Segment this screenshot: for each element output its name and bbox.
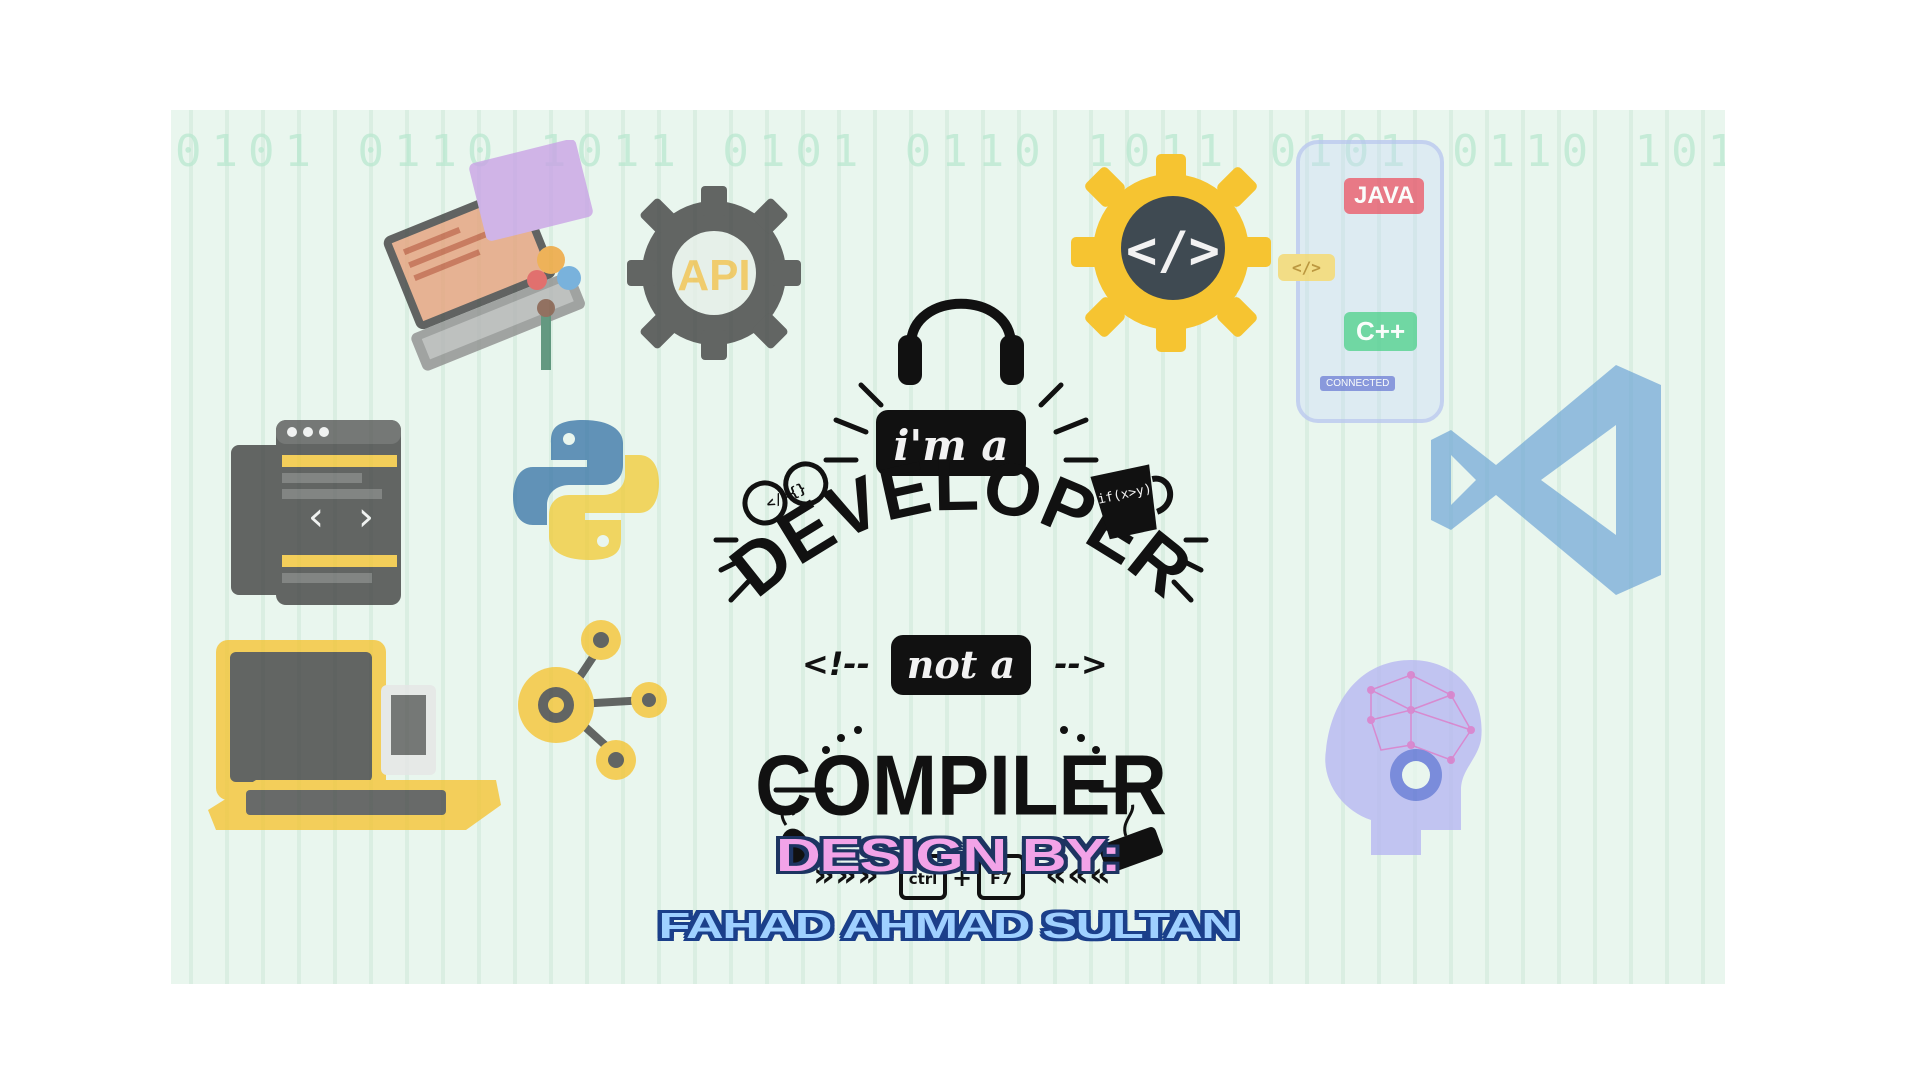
vscode-logo-icon (1431, 365, 1661, 595)
design-by-label: DESIGN BY: (775, 829, 1122, 881)
badge-line-compiler: COMPILER (755, 738, 1167, 833)
java-badge: JAVA (1344, 178, 1425, 214)
banner-canvas: 0101 0110 1011 0101 0110 1011 0101 0110 … (171, 110, 1725, 984)
comment-open-tag: <!-- (802, 645, 870, 683)
laptop-developer-illustration (383, 140, 593, 371)
python-logo-icon (513, 420, 659, 560)
code-window-illustration: ‹ › (231, 420, 401, 605)
network-nodes-icon (518, 620, 667, 780)
badge-line-not-a: not a (907, 642, 1015, 687)
headphones-icon (898, 298, 1024, 385)
svg-text:›: › (358, 494, 374, 540)
developer-badge: i'm a DEVELOPER </>{} if(x>y) --> <!-- n… (713, 298, 1209, 900)
cpp-badge: C++ (1344, 312, 1418, 351)
phone-languages-illustration: JAVA </> C++ CONNECTED (1278, 140, 1444, 423)
comment-close-tag: --> (1054, 645, 1107, 683)
desktop-computer-illustration (208, 640, 501, 830)
svg-text:‹: ‹ (308, 494, 324, 540)
code-tag-badge: </> (1278, 254, 1335, 281)
connected-status: CONNECTED (1320, 376, 1396, 391)
designer-name: FAHAD AHMAD SULTAN (658, 905, 1238, 946)
